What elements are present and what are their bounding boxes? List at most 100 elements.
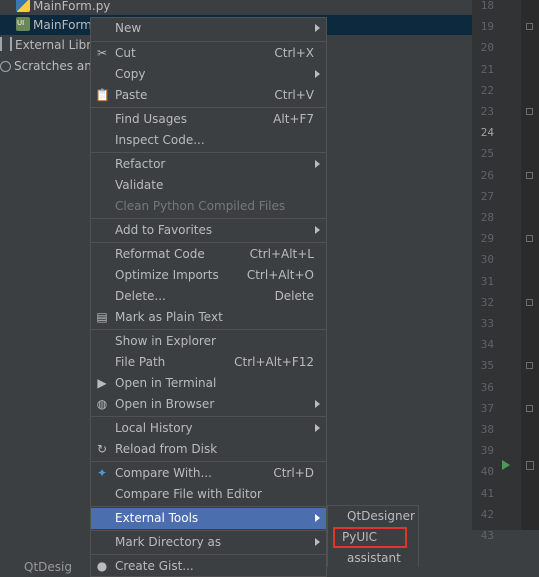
submenu-arrow-icon [315,226,320,234]
line-number: 30 [480,253,494,267]
menu-item-external-tools[interactable]: External Tools [91,508,326,529]
menu-separator [91,554,326,555]
menu-item-label: Inspect Code... [115,133,205,147]
submenu-arrow-icon [315,538,320,546]
menu-item-label: Copy [115,67,146,81]
menu-item-label: Clean Python Compiled Files [115,199,286,213]
scratches-icon [0,61,11,72]
menu-item-open-in-terminal[interactable]: ▶ Open in Terminal [91,373,326,394]
menu-item-mark-directory-as[interactable]: Mark Directory as [91,532,326,553]
fold-marker-icon[interactable] [526,23,533,31]
menu-item-cut[interactable]: ✂ Cut Ctrl+X [91,43,326,64]
menu-item-label: Cut [115,46,136,60]
menu-item-add-to-favorites[interactable]: Add to Favorites [91,220,326,241]
fold-marker-icon[interactable] [526,461,534,470]
menu-separator [91,107,326,108]
fold-marker-icon[interactable] [526,108,533,115]
tree-item-qtdesigner[interactable]: QtDesig [24,557,72,577]
menu-item-mark-plain-text[interactable]: ▤ Mark as Plain Text [91,307,326,328]
editor-area[interactable] [522,0,539,530]
menu-item-validate[interactable]: Validate [91,175,326,196]
submenu-arrow-icon [315,70,320,78]
line-number: 21 [480,62,494,76]
menu-item-shortcut: Ctrl+X [274,46,314,60]
submenu-item-assistant[interactable]: assistant [328,548,418,569]
run-icon[interactable] [502,460,510,470]
python-file-icon [16,0,30,12]
line-number: 28 [480,211,494,224]
menu-separator [91,416,326,417]
menu-item-compare-file-with-editor[interactable]: Compare File with Editor [91,484,326,505]
fold-marker-icon[interactable] [526,171,533,179]
line-number: 23 [480,105,494,118]
line-number: 40 [480,465,494,479]
menu-separator [91,329,326,330]
menu-item-label: Add to Favorites [115,223,213,237]
menu-item-label: Compare File with Editor [115,487,262,501]
menu-item-label: Mark as Plain Text [115,310,223,324]
menu-item-shortcut: Ctrl+V [274,88,314,102]
menu-item-delete[interactable]: Delete... Delete [91,286,326,307]
terminal-icon: ▶ [97,376,107,390]
menu-item-label: External Tools [115,511,199,525]
menu-item-file-path[interactable]: File Path Ctrl+Alt+F12 [91,352,326,373]
menu-item-optimize-imports[interactable]: Optimize Imports Ctrl+Alt+O [91,265,326,286]
menu-item-open-in-browser[interactable]: ◍ Open in Browser [91,394,326,415]
fold-marker-icon[interactable] [526,404,533,412]
submenu-item-label: QtDesigner [347,509,415,523]
submenu-arrow-icon [315,514,320,522]
tree-item-label: Scratches and [14,59,100,73]
menu-item-label: File Path [115,355,166,369]
fold-marker-icon[interactable] [526,235,533,243]
line-number: 34 [480,338,494,352]
line-number: 22 [480,83,494,97]
menu-separator [91,218,326,219]
line-number: 18 [480,0,494,12]
submenu-item-label: assistant [347,551,401,565]
menu-item-label: Paste [115,88,148,102]
menu-item-label: Open in Terminal [115,376,217,390]
menu-item-find-usages[interactable]: Find Usages Alt+F7 [91,109,326,130]
line-number: 41 [480,486,494,500]
menu-item-shortcut: Ctrl+Alt+L [249,247,314,261]
menu-item-refactor[interactable]: Refactor [91,154,326,175]
menu-item-shortcut: Delete [274,289,314,303]
menu-item-paste[interactable]: 📋 Paste Ctrl+V [91,85,326,106]
tree-item-mainform-py[interactable]: MainForm.py [16,0,472,16]
tree-item-label: MainForm.py [33,0,111,13]
context-menu: New ✂ Cut Ctrl+X Copy 📋 Paste Ctrl+V Fin… [90,17,327,577]
menu-item-clean-python-compiled: Clean Python Compiled Files [91,196,326,217]
line-number: 27 [480,189,494,203]
clipboard-icon: 📋 [95,88,110,102]
line-number: 42 [480,507,494,521]
qt-ui-file-icon [16,17,30,31]
menu-item-show-in-explorer[interactable]: Show in Explorer [91,331,326,352]
menu-item-reformat-code[interactable]: Reformat Code Ctrl+Alt+L [91,244,326,265]
fold-marker-icon[interactable] [526,362,533,370]
menu-item-local-history[interactable]: Local History [91,418,326,439]
line-number: 38 [480,423,494,436]
menu-item-new[interactable]: New [91,18,326,39]
menu-item-compare-with[interactable]: ✦ Compare With... Ctrl+D [91,463,326,484]
menu-separator [91,152,326,153]
menu-item-reload-from-disk[interactable]: ↻ Reload from Disk [91,439,326,460]
line-number: 33 [480,317,494,330]
submenu-item-qtdesigner[interactable]: QtDesigner [328,506,418,527]
menu-item-inspect-code[interactable]: Inspect Code... [91,130,326,151]
compare-icon: ✦ [96,466,108,480]
submenu-arrow-icon [315,400,320,408]
fold-marker-icon[interactable] [526,298,533,306]
scissors-icon: ✂ [96,46,108,60]
menu-item-label: Compare With... [115,466,212,480]
line-number: 35 [480,359,494,373]
submenu-arrow-icon [315,160,320,168]
tree-item-label: External Libra [15,38,99,52]
line-number: 25 [480,147,494,161]
menu-item-copy[interactable]: Copy [91,64,326,85]
line-number: 26 [480,168,494,182]
tree-item-scratches[interactable]: Scratches and [0,56,99,76]
menu-item-label: Local History [115,421,193,435]
tree-item-external-libraries[interactable]: External Libra [0,35,99,55]
menu-item-shortcut: Ctrl+Alt+O [246,268,314,282]
line-number: 39 [480,444,494,458]
